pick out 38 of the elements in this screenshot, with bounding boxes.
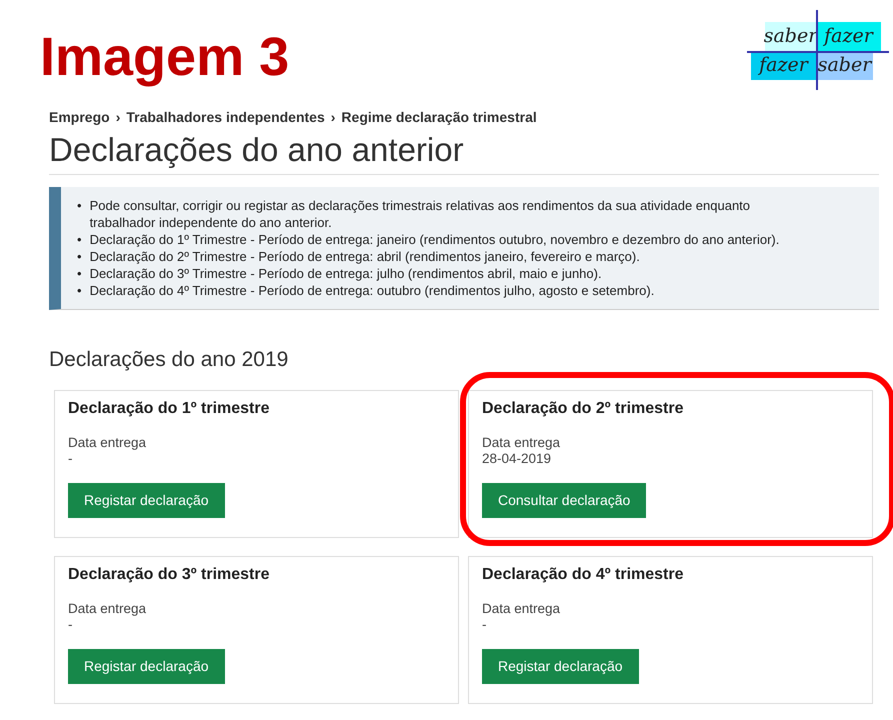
bullet: • [77,248,82,265]
breadcrumb-separator: › [116,108,120,126]
logo-word: fazer [816,22,881,51]
logo-word: saber [765,22,816,51]
bullet: • [77,197,82,215]
section-title: Declarações do ano 2019 [49,347,290,373]
date-label: Data entrega [68,434,148,450]
card-title: Declaração do 4º trimestre [482,564,684,584]
declaration-button[interactable]: Registar declaração [482,648,639,684]
declaration-button[interactable]: Registar declaração [68,482,225,518]
date-label: Data entrega [68,600,148,616]
info-item: Declaração do 2º Trimestre - Período de entrega: abril (rendimentos janeiro, fevereiro e março). [90,248,640,265]
date-value: - [68,616,74,632]
date-value: 28-04-2019 [482,450,552,466]
card-title: Declaração do 2º trimestre [482,398,684,418]
logo-word: saber [816,51,873,80]
breadcrumb-separator: › [330,108,336,126]
date-value: - [68,450,74,466]
bullet: • [77,231,82,248]
bullet: • [77,265,82,282]
annotation-title: Imagem 3 [40,30,290,84]
info-item: Declaração do 3º Trimestre - Período de entrega: julho (rendimentos abril, maio e junho). [90,265,602,282]
logo-word: fazer [751,51,816,80]
info-item: Pode consultar, corrigir ou registar as declarações trimestrais relativas aos rendimentos da sua atividade enquanto trabalhador independente do ano anterior. [90,197,752,231]
breadcrumb-link[interactable]: Trabalhadores independentes [126,106,325,128]
date-label: Data entrega [482,434,562,450]
breadcrumb-link[interactable]: Emprego [49,106,110,128]
date-value: - [482,616,488,632]
info-item: Declaração do 4º Trimestre - Período de entrega: outubro (rendimentos julho, agosto e setembro). [90,282,654,299]
card-title: Declaração do 3º trimestre [68,564,270,584]
declaration-button[interactable]: Registar declaração [68,648,225,684]
date-label: Data entrega [482,600,562,616]
info-item: Declaração do 1º Trimestre - Período de entrega: janeiro (rendimentos outubro, novembro e dezembro do ano anterior). [90,231,780,248]
breadcrumb-link[interactable]: Regime declaração trimestral [341,106,537,128]
bullet: • [77,282,82,299]
page-title: Declarações do ano anterior [49,128,879,175]
card-title: Declaração do 1º trimestre [68,398,270,418]
declaration-button[interactable]: Consultar declaração [482,482,646,518]
